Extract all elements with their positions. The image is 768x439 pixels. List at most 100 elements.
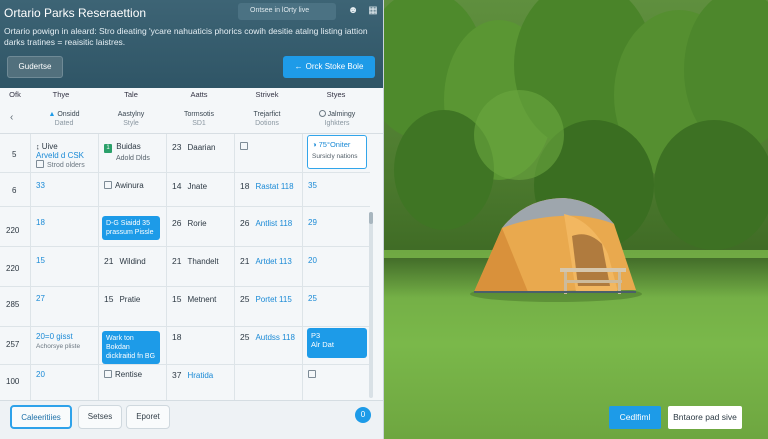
confirm-button[interactable]: Cedlfiml — [609, 406, 661, 429]
column-header-ofk: Ofk — [9, 90, 21, 99]
subheader-primary: Aastylny — [117, 111, 145, 118]
table-cell[interactable]: 18 — [36, 218, 45, 227]
guide-button[interactable]: Gudertse — [7, 56, 63, 78]
row-label: 6 — [12, 186, 17, 195]
table-cell[interactable]: 35 — [308, 181, 317, 190]
table-cell[interactable]: Rentise — [104, 370, 142, 379]
table-cell[interactable]: ↨ Uive Arveld d CSK Strod olders — [36, 142, 85, 169]
table-cell[interactable]: 15 Metnent — [172, 294, 216, 304]
table-cell[interactable]: 18 Rastat 118 — [240, 181, 294, 191]
secondary-action-button[interactable]: Bntaore pad sive — [668, 406, 742, 429]
table-cell[interactable]: 18 — [172, 332, 187, 342]
selected-site-card[interactable]: ◑ 75°Oniter Sursicly nations — [307, 135, 367, 169]
table-cell[interactable]: 29 — [308, 218, 317, 227]
cell-number: 37 — [172, 370, 182, 380]
row-label: 220 — [6, 264, 20, 273]
booking-chip[interactable]: P3 Alr Dat — [307, 328, 367, 358]
table-cell[interactable]: 26 Rorie — [172, 218, 207, 228]
cell-title: Uive — [41, 142, 58, 151]
table-cell[interactable]: 15 Pratie — [104, 294, 140, 304]
table-cell[interactable]: 33 — [36, 181, 45, 190]
checkbox[interactable] — [104, 181, 112, 189]
table-cell[interactable]: 25 Autdss 118 — [240, 332, 295, 342]
cell-text: Antlist 118 — [255, 219, 293, 228]
row-label: 285 — [6, 300, 20, 309]
table-cell[interactable]: 20=0 gisst Achorsye pliste — [36, 332, 80, 350]
cell-text: Hratida — [187, 371, 214, 380]
cell-text: Metnent — [187, 295, 217, 304]
subheader-secondary: SD1 — [192, 120, 206, 127]
cell-number: 23 — [172, 142, 182, 152]
column-subheader-row: ‹ ▲ Onsidd Dated Aastylny Style Tormsoti… — [0, 106, 383, 134]
checkbox[interactable] — [308, 370, 316, 378]
cell-subtitle: Arveld d CSK — [36, 151, 85, 160]
table-cell[interactable]: 27 — [36, 294, 45, 303]
cell-title: 75°Oniter — [318, 140, 351, 149]
row-label: 257 — [6, 340, 20, 349]
row-label: 5 — [12, 150, 17, 159]
subheader-primary: Tormsotis — [184, 111, 214, 118]
table-cell[interactable]: 21 Artdet 113 — [240, 256, 292, 266]
table-cell[interactable]: 21 Thandelt — [172, 256, 219, 266]
cell-number: 21 — [172, 256, 182, 266]
cell-note: Strod olders — [47, 162, 85, 169]
book-site-button[interactable]: Orck Stoke Bole — [283, 56, 375, 78]
cell-text: Awinura — [115, 181, 144, 190]
table-cell[interactable] — [240, 142, 251, 151]
cell-text: Wildind — [119, 257, 146, 266]
page-description: Ortario powign in aleard: Stro dieating … — [4, 26, 368, 47]
settings-button[interactable]: Setses — [78, 405, 122, 429]
table-cell[interactable]: 14 Jnate — [172, 181, 207, 191]
table-cell[interactable] — [308, 370, 319, 379]
cell-number: 14 — [172, 181, 182, 191]
cell-subtitle: Achorsye pliste — [36, 343, 81, 350]
cell-title: 20=0 gisst — [36, 332, 73, 341]
booking-chip[interactable]: Wark ton Bokdan dicklraitid fn BG — [102, 331, 160, 364]
subheader-secondary: Style — [123, 120, 139, 127]
grid-icon[interactable]: ▦ — [367, 5, 379, 17]
column-header-strivek: Strivek — [255, 90, 279, 99]
table-cell[interactable]: 23 Daarian — [172, 142, 215, 152]
table-cell[interactable]: 25 Portet 115 — [240, 294, 292, 304]
column-header-tale: Tale — [124, 90, 138, 99]
cell-text: Daarian — [187, 143, 216, 152]
categories-button[interactable]: Caleeritiies — [10, 405, 72, 429]
checkbox[interactable] — [36, 160, 44, 168]
cell-text: Rastat 118 — [255, 182, 294, 191]
radio-icon[interactable] — [318, 110, 326, 117]
scrollbar[interactable] — [369, 212, 373, 398]
table-cell[interactable]: 20 — [36, 370, 45, 379]
notification-badge[interactable]: 0 — [355, 407, 371, 423]
cell-text: Pratie — [119, 295, 141, 304]
cell-text: Rentise — [115, 370, 143, 379]
booking-chip[interactable]: D-G Siaidd 35 prassum Pissle — [102, 216, 160, 240]
subheader-primary: Onsidd — [57, 111, 80, 118]
user-icon[interactable]: ☻ — [347, 5, 359, 17]
table-cell[interactable]: 15 — [36, 256, 45, 265]
panel-header: Ortario Parks Reseraettion Ontsee in lOr… — [0, 0, 383, 88]
checkbox[interactable] — [104, 370, 112, 378]
cell-subtitle: Adold Dlds — [116, 155, 150, 162]
table-cell[interactable]: Awinura — [104, 181, 144, 190]
chip-title: P3 — [311, 331, 321, 340]
search-input[interactable]: Ontsee in lOrty live — [238, 3, 336, 20]
table-cell[interactable]: 26 Antlist 118 — [240, 218, 292, 228]
cell-title: Buidas — [116, 142, 141, 151]
table-cell[interactable]: 25 — [308, 294, 317, 303]
checkbox[interactable] — [240, 142, 248, 150]
cell-number: 18 — [172, 332, 182, 342]
cell-subtitle: Sursicly nations — [312, 153, 358, 160]
export-button[interactable]: Eporet — [126, 405, 170, 429]
chevron-left-icon[interactable]: ‹ — [10, 112, 13, 123]
table-cell[interactable]: 37 Hratida — [172, 370, 213, 380]
column-header-type: Thye — [52, 90, 70, 99]
sort-up-icon[interactable]: ▲ — [48, 111, 55, 118]
table-cell[interactable]: 21 Wildind — [104, 256, 146, 266]
table-cell[interactable]: 20 — [308, 256, 317, 265]
table-cell[interactable]: 1 Buidas Adold Dlds — [104, 142, 150, 162]
scrollbar-thumb[interactable] — [369, 212, 373, 224]
cell-text: Rorie — [187, 219, 207, 228]
column-header-styes: Styes — [326, 90, 346, 99]
chip-subtitle: Alr Dat — [311, 340, 334, 349]
cell-number: 15 — [104, 294, 114, 304]
